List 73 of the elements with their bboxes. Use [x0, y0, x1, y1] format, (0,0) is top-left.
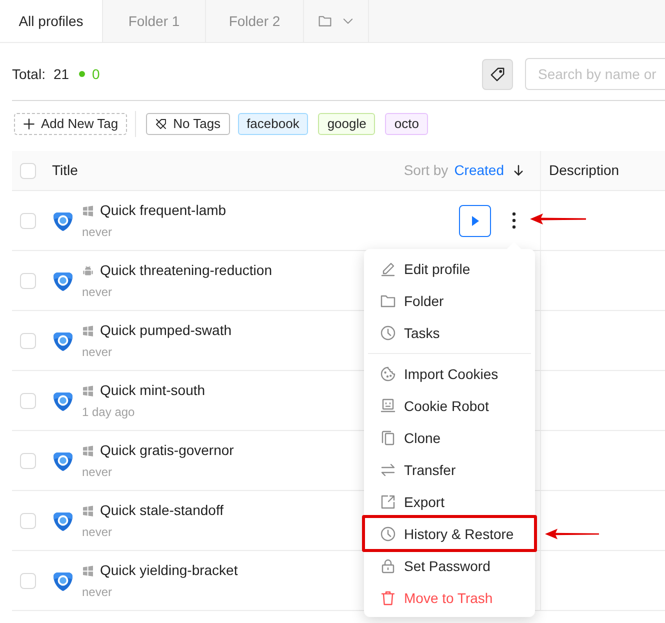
- swap-arrows-icon: [380, 462, 396, 478]
- clock-icon: [380, 526, 396, 542]
- checkbox[interactable]: [20, 332, 36, 348]
- no-tags-filter[interactable]: No Tags: [146, 113, 230, 135]
- last-launch-time: 1 day ago: [82, 404, 136, 420]
- menu-item[interactable]: History & Restore: [368, 518, 531, 550]
- profile-name: Quick pumped-swath: [100, 321, 232, 340]
- checkbox[interactable]: [20, 452, 36, 468]
- windows-icon: [82, 504, 94, 516]
- total-count: 21: [53, 64, 70, 84]
- tab[interactable]: All profiles: [0, 0, 103, 42]
- profile-name: Quick threatening-reduction: [100, 261, 272, 280]
- folder-icon: [318, 14, 332, 28]
- windows-icon: [82, 384, 94, 396]
- robot-face-icon: [380, 398, 396, 414]
- profile-name: Quick yielding-bracket: [100, 561, 238, 580]
- tag-filter-button[interactable]: [482, 58, 513, 90]
- lock-icon: [380, 558, 396, 574]
- column-header: Description: [549, 161, 620, 180]
- last-launch-time: never: [82, 284, 114, 300]
- menu-item[interactable]: Cookie Robot: [368, 390, 531, 422]
- copy-icon: [380, 430, 396, 446]
- sort-label: Sort by: [404, 161, 448, 180]
- windows-icon: [82, 324, 94, 336]
- checkbox[interactable]: [20, 212, 36, 228]
- menu-item[interactable]: Transfer: [368, 454, 531, 486]
- android-icon: [82, 264, 94, 276]
- status-dot-icon: [79, 71, 86, 77]
- add-tag-button[interactable]: Add New Tag: [14, 113, 128, 135]
- play-icon: [472, 216, 478, 226]
- profile-name: Quick frequent-lamb: [100, 201, 226, 220]
- menu-item[interactable]: Tasks: [368, 317, 531, 349]
- menu-item[interactable]: Import Cookies: [368, 358, 531, 390]
- windows-icon: [82, 204, 94, 216]
- tag-filter[interactable]: google: [318, 113, 376, 135]
- last-launch-time: never: [82, 344, 114, 360]
- cookie-icon: [380, 366, 396, 382]
- windows-icon: [82, 564, 94, 576]
- checkbox[interactable]: [20, 572, 36, 588]
- last-launch-time: never: [82, 524, 114, 540]
- menu-item[interactable]: Folder: [368, 285, 531, 317]
- tag-filter[interactable]: octo: [385, 113, 428, 135]
- clock-icon: [380, 325, 396, 341]
- last-launch-time: never: [82, 464, 114, 480]
- kebab-icon: [512, 212, 516, 229]
- menu-item[interactable]: Set Password: [368, 550, 531, 582]
- profile-name: Quick gratis-governor: [100, 441, 234, 460]
- checkbox[interactable]: [20, 392, 36, 408]
- search-field[interactable]: Search by name or: [525, 58, 665, 90]
- pencil-icon: [380, 261, 396, 277]
- last-launch-time: never: [82, 584, 114, 600]
- tag-icon: [490, 66, 505, 82]
- menu-item[interactable]: Clone: [368, 422, 531, 454]
- online-count: 0: [92, 64, 100, 84]
- checkbox[interactable]: [20, 272, 36, 288]
- checkbox[interactable]: [20, 162, 36, 178]
- last-launch-time: never: [82, 224, 114, 240]
- menu-item[interactable]: Edit profile: [368, 253, 531, 285]
- column-header: Title: [52, 161, 78, 180]
- windows-icon: [82, 444, 94, 456]
- checkbox[interactable]: [20, 512, 36, 528]
- tag-filter[interactable]: facebook: [238, 113, 308, 135]
- profile-name: Quick mint-south: [100, 381, 206, 400]
- launch-button[interactable]: [459, 204, 491, 236]
- menu-item[interactable]: Export: [368, 486, 531, 518]
- plus-icon: [23, 118, 35, 130]
- profile-name: Quick stale-standoff: [100, 501, 224, 520]
- export-icon: [380, 494, 396, 510]
- total-label: Total:: [12, 64, 46, 84]
- sort-field-button[interactable]: Created: [454, 160, 504, 181]
- tag-off-icon: [155, 118, 168, 130]
- trash-icon: [380, 590, 396, 606]
- folder-icon: [380, 293, 396, 309]
